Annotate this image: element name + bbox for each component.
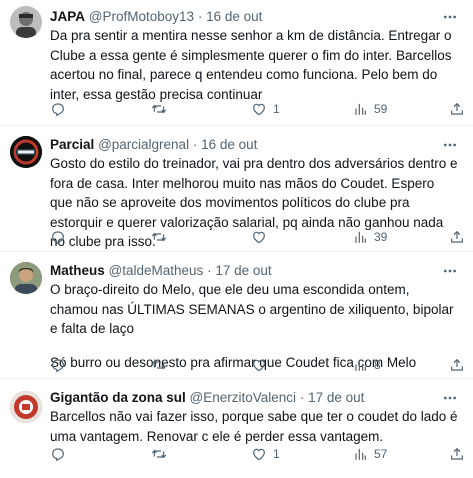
share-button[interactable] bbox=[449, 356, 465, 374]
tweet-4[interactable]: Gigantão da zona sul @EnerzitoValenci · … bbox=[0, 379, 473, 478]
views-icon bbox=[355, 359, 366, 371]
retweet-button[interactable] bbox=[151, 228, 173, 246]
views-button[interactable]: 57 bbox=[352, 445, 387, 463]
avatar[interactable] bbox=[10, 262, 42, 294]
heart-icon bbox=[253, 359, 265, 372]
heart-icon bbox=[253, 448, 265, 461]
tweet-2[interactable]: Parcial @parcialgrenal · 16 de out Gosto… bbox=[0, 126, 473, 252]
separator: · bbox=[207, 263, 212, 278]
like-count: 1 bbox=[273, 102, 280, 116]
reply-icon bbox=[52, 103, 64, 116]
retweet-icon bbox=[151, 449, 167, 459]
reply-button[interactable] bbox=[50, 356, 72, 374]
avatar[interactable] bbox=[10, 136, 42, 168]
tweet-header: Gigantão da zona sul @EnerzitoValenci · … bbox=[50, 389, 364, 407]
share-icon bbox=[451, 358, 463, 371]
tweet-text-paragraph: O braço-direito do Melo, que ele deu uma… bbox=[50, 282, 454, 336]
tweet-feed: JAPA @ProfMotoboy13 · 16 de out Da pra s… bbox=[0, 0, 473, 478]
more-options-button[interactable] bbox=[441, 389, 459, 407]
views-count: 39 bbox=[374, 230, 388, 244]
views-count: 8 bbox=[374, 358, 381, 372]
more-icon bbox=[444, 269, 456, 273]
avatar[interactable] bbox=[10, 6, 42, 38]
more-icon bbox=[444, 15, 456, 19]
reply-icon bbox=[52, 359, 64, 372]
views-count: 57 bbox=[374, 447, 388, 461]
views-icon bbox=[355, 448, 366, 460]
avatar-image bbox=[10, 136, 42, 168]
user-handle[interactable]: @ProfMotoboy13 bbox=[89, 9, 194, 24]
share-icon bbox=[451, 102, 463, 115]
like-button[interactable] bbox=[251, 228, 273, 246]
avatar[interactable] bbox=[10, 391, 42, 423]
action-bar: 1 57 bbox=[50, 445, 463, 463]
tweet-text-paragraph: Da pra sentir a mentira nesse senhor a k… bbox=[50, 28, 452, 102]
views-button[interactable]: 39 bbox=[352, 228, 387, 246]
more-options-button[interactable] bbox=[441, 136, 459, 154]
action-bar: 1 59 bbox=[50, 100, 463, 118]
retweet-icon bbox=[151, 360, 167, 370]
like-count: 1 bbox=[273, 447, 280, 461]
views-icon bbox=[355, 231, 366, 243]
display-name[interactable]: JAPA bbox=[50, 9, 85, 24]
action-bar: 39 bbox=[50, 228, 463, 246]
separator: · bbox=[192, 137, 198, 152]
reply-icon bbox=[52, 231, 64, 244]
retweet-icon bbox=[151, 232, 167, 242]
avatar-image bbox=[10, 391, 42, 423]
reply-button[interactable] bbox=[50, 228, 72, 246]
display-name[interactable]: Gigantão da zona sul bbox=[50, 390, 186, 405]
timestamp[interactable]: 17 de out bbox=[215, 263, 271, 278]
reply-button[interactable] bbox=[50, 100, 72, 118]
retweet-icon bbox=[151, 104, 167, 114]
user-handle[interactable]: @taldeMatheus bbox=[109, 263, 204, 278]
share-icon bbox=[451, 230, 463, 243]
share-button[interactable] bbox=[449, 100, 465, 118]
tweet-1[interactable]: JAPA @ProfMotoboy13 · 16 de out Da pra s… bbox=[0, 0, 473, 126]
retweet-button[interactable] bbox=[151, 100, 173, 118]
like-button[interactable] bbox=[251, 356, 273, 374]
like-button[interactable]: 1 bbox=[251, 100, 280, 118]
display-name[interactable]: Parcial bbox=[50, 137, 94, 152]
reply-icon bbox=[52, 448, 64, 461]
views-icon bbox=[355, 103, 366, 115]
retweet-button[interactable] bbox=[151, 356, 173, 374]
tweet-text-paragraph: Barcellos não vai fazer isso, porque sab… bbox=[50, 409, 458, 444]
more-options-button[interactable] bbox=[441, 8, 459, 26]
heart-icon bbox=[253, 231, 265, 244]
action-bar: 8 bbox=[50, 356, 463, 374]
separator: · bbox=[197, 9, 203, 24]
more-options-button[interactable] bbox=[441, 262, 459, 280]
timestamp[interactable]: 16 de out bbox=[206, 9, 262, 24]
share-icon bbox=[451, 447, 463, 460]
share-button[interactable] bbox=[449, 228, 465, 246]
more-icon bbox=[444, 396, 456, 400]
tweet-text: Barcellos não vai fazer isso, porque sab… bbox=[50, 407, 460, 446]
separator: · bbox=[299, 390, 305, 405]
timestamp[interactable]: 16 de out bbox=[201, 137, 257, 152]
tweet-header: JAPA @ProfMotoboy13 · 16 de out bbox=[50, 8, 262, 26]
views-button[interactable]: 8 bbox=[352, 356, 381, 374]
tweet-3[interactable]: Matheus @taldeMatheus · 17 de out O braç… bbox=[0, 252, 473, 379]
avatar-image bbox=[10, 6, 42, 38]
tweet-header: Matheus @taldeMatheus · 17 de out bbox=[50, 262, 272, 280]
user-handle[interactable]: @EnerzitoValenci bbox=[190, 390, 297, 405]
share-button[interactable] bbox=[449, 445, 465, 463]
retweet-button[interactable] bbox=[151, 445, 173, 463]
like-button[interactable]: 1 bbox=[251, 445, 280, 463]
reply-button[interactable] bbox=[50, 445, 72, 463]
heart-icon bbox=[253, 103, 265, 116]
display-name[interactable]: Matheus bbox=[50, 263, 105, 278]
views-button[interactable]: 59 bbox=[352, 100, 387, 118]
tweet-header: Parcial @parcialgrenal · 16 de out bbox=[50, 136, 257, 154]
more-icon bbox=[444, 143, 456, 147]
tweet-text: Da pra sentir a mentira nesse senhor a k… bbox=[50, 26, 460, 104]
views-count: 59 bbox=[374, 102, 388, 116]
avatar-image bbox=[10, 262, 42, 294]
timestamp[interactable]: 17 de out bbox=[308, 390, 364, 405]
user-handle[interactable]: @parcialgrenal bbox=[98, 137, 189, 152]
